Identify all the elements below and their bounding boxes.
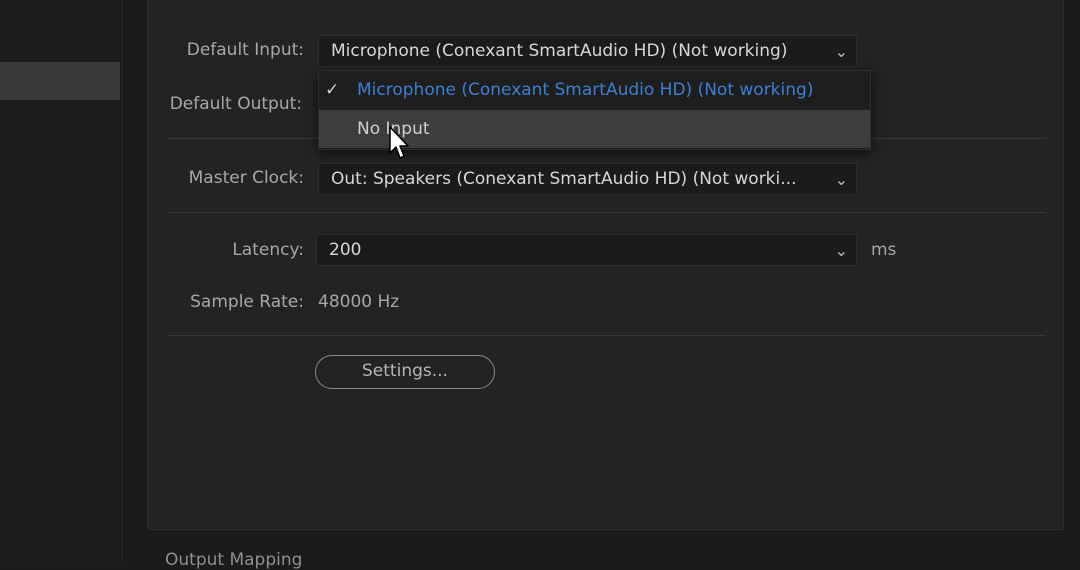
master-clock-dropdown[interactable]: Out: Speakers (Conexant SmartAudio HD) (… — [318, 163, 857, 195]
chevron-down-icon: ⌄ — [834, 170, 848, 189]
separator — [168, 335, 1046, 336]
vertical-divider — [122, 0, 123, 562]
sample-rate-value: 48000 Hz — [318, 292, 400, 312]
chevron-down-icon: ⌄ — [834, 42, 848, 61]
default-input-dropdown[interactable]: Microphone (Conexant SmartAudio HD) (Not… — [318, 35, 857, 67]
settings-button[interactable]: Settings... — [315, 355, 495, 389]
sample-rate-label: Sample Rate: — [190, 292, 304, 312]
master-clock-value: Out: Speakers (Conexant SmartAudio HD) (… — [331, 169, 797, 189]
latency-dropdown[interactable]: 200 ⌄ — [316, 234, 857, 266]
default-input-value: Microphone (Conexant SmartAudio HD) (Not… — [331, 41, 788, 61]
default-output-label: Default Output: — [169, 94, 302, 114]
master-clock-label: Master Clock: — [188, 168, 304, 188]
menu-item-label: Microphone (Conexant SmartAudio HD) (Not… — [357, 80, 814, 100]
chevron-down-icon: ⌄ — [834, 241, 848, 260]
left-sidebar — [0, 0, 123, 562]
default-input-label: Default Input: — [186, 40, 304, 60]
latency-value: 200 — [329, 240, 362, 260]
sidebar-selected-item[interactable] — [0, 62, 120, 100]
separator — [168, 212, 1046, 213]
mouse-pointer-icon — [389, 126, 409, 159]
latency-label: Latency: — [232, 240, 304, 260]
latency-unit: ms — [871, 240, 897, 260]
checkmark-icon: ✓ — [325, 80, 340, 100]
menu-item-microphone[interactable]: ✓ Microphone (Conexant SmartAudio HD) (N… — [319, 71, 870, 109]
output-mapping-label: Output Mapping — [165, 550, 303, 570]
